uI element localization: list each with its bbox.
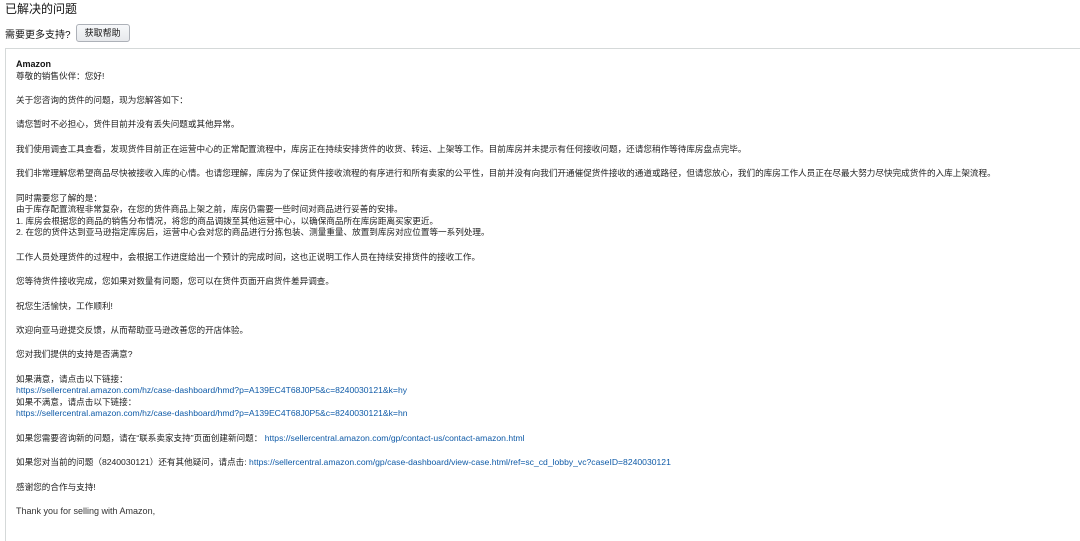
message-paragraph-8: 欢迎向亚马逊提交反馈，从而帮助亚马逊改善您的开店体验。 [16,324,249,335]
message-line: 由于库存配置流程非常复杂，在您的货件商品上架之前，库房仍需要一些时间对商品进行妥… [16,204,403,215]
message-greeting: 尊敬的销售伙伴：您好! [16,70,105,81]
message-paragraph-7: 祝您生活愉快，工作顺利! [16,300,113,311]
support-row: 需要更多支持? 获取帮助 [5,24,130,42]
satisfied-link[interactable]: https://sellercentral.amazon.com/hz/case… [16,385,1066,397]
message-paragraph-4: 同时需要您了解的是： 由于库存配置流程非常复杂，在您的货件商品上架之前，库房仍需… [16,193,1066,239]
contact-paragraph: 如果您需要咨询新的问题，请在“联系卖家支持”页面创建新问题： https://s… [16,433,1066,445]
message-line: 2. 在您的货件达到亚马逊指定库房后，运营中心会对您的商品进行分拣包装、测量重量… [16,227,490,238]
message-paragraph-9: 您对我们提供的支持是否满意? [16,349,133,360]
case-paragraph: 如果您对当前的问题（8240030121）还有其他疑问，请点击: https:/… [16,457,1066,469]
message-line: 1. 库房会根据您的商品的销售分布情况，将您的商品调拨至其他运营中心，以确保商品… [16,215,439,226]
message-line: 同时需要您了解的是： [16,192,102,203]
satisfied-label: 如果满意，请点击以下链接： [16,373,128,384]
message-paragraph-5: 工作人员处理货件的过程中，会根据工作进度给出一个预计的完成时间，这也正说明工作人… [16,251,481,262]
message-paragraph-3: 我们非常理解您希望商品尽快被接收入库的心情。也请您理解，库房为了保证货件接收流程… [16,168,996,179]
message-sender: Amazon [16,59,52,69]
thanks-text: 感谢您的合作与支持! [16,481,96,492]
message-paragraph-1: 请您暂时不必担心，货件目前并没有丢失问题或其他异常。 [16,119,240,130]
page: 已解决的问题 需要更多支持? 获取帮助 Amazon 尊敬的销售伙伴：您好! 关… [0,0,1080,541]
support-question: 需要更多支持? [5,29,71,41]
contact-text: 如果您需要咨询新的问题，请在“联系卖家支持”页面创建新问题： [16,432,263,443]
get-help-button[interactable]: 获取帮助 [75,24,130,42]
message-body: Amazon 尊敬的销售伙伴：您好! 关于您咨询的货件的问题，现为您解答如下： … [16,59,1066,530]
message-paragraph-2: 我们使用调查工具查看，发现货件目前正在运营中心的正常配置流程中，库房正在持续安排… [16,143,747,154]
feedback-links: 如果满意，请点击以下链接： https://sellercentral.amaz… [16,374,1066,420]
view-case-link[interactable]: https://sellercentral.amazon.com/gp/case… [249,457,671,467]
unsatisfied-label: 如果不满意，请点击以下链接： [16,396,137,407]
message-paragraph-6: 您等待货件接收完成，您如果对数量有问题，您可以在货件页面开启货件差异调查。 [16,276,334,287]
page-title: 已解决的问题 [5,2,78,16]
case-text: 如果您对当前的问题（8240030121）还有其他疑问，请点击: [16,457,247,468]
message-intro: 关于您咨询的货件的问题，现为您解答如下： [16,94,188,105]
unsatisfied-link[interactable]: https://sellercentral.amazon.com/hz/case… [16,408,1066,420]
contact-link[interactable]: https://sellercentral.amazon.com/gp/cont… [265,433,525,443]
closing-text: Thank you for selling with Amazon, [16,506,156,517]
